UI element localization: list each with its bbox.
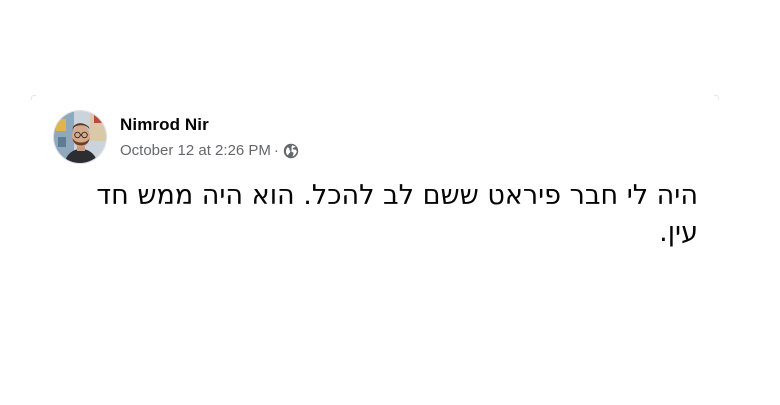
meta-separator: ·: [273, 142, 279, 159]
post-card: Nimrod Nir October 12 at 2:26 PM · היה ל…: [31, 95, 719, 275]
post-timestamp[interactable]: October 12 at 2:26 PM: [120, 142, 271, 159]
card-corner: [31, 95, 36, 100]
card-corner: [714, 95, 719, 100]
avatar[interactable]: [53, 110, 107, 164]
author-name[interactable]: Nimrod Nir: [120, 115, 209, 135]
globe-icon[interactable]: [283, 143, 299, 159]
profile-photo: [54, 111, 106, 163]
post-meta: October 12 at 2:26 PM ·: [120, 142, 299, 159]
post-text: היה לי חבר פיראט ששם לב להכל. הוא היה ממ…: [96, 180, 698, 248]
